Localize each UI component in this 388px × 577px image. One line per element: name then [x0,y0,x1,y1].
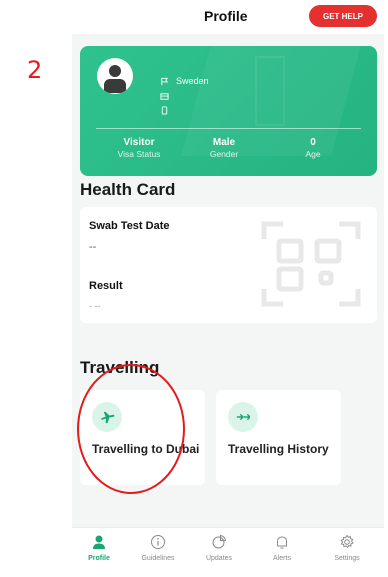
gear-icon [340,534,354,549]
country-value: Sweden [176,76,209,86]
id-line [160,92,169,101]
health-card-title: Health Card [80,180,176,199]
profile-card: Sweden Visitor Visa Status Male Gender 0… [80,46,377,176]
age-label: Age [305,149,321,159]
get-help-button[interactable]: GET HELP [309,5,377,27]
arrows-icon [228,402,258,432]
nav-label-settings: Settings [334,555,360,562]
age-stat: 0 Age [298,137,328,159]
nav-item-settings[interactable]: Settings [322,534,372,562]
nav-label-profile: Profile [88,555,110,562]
gender-value: Male [212,137,236,148]
travelling-history-label: Travelling History [228,442,329,456]
qr-code-icon [261,221,361,307]
nav-item-updates[interactable]: Updates [194,534,244,562]
page-title: Profile [204,8,248,24]
phone-line [160,106,169,115]
id-card-icon [160,93,169,100]
phone-icon [161,106,168,115]
info-icon [151,535,165,549]
nav-item-alerts[interactable]: Alerts [257,534,307,562]
pie-chart-icon [212,534,227,549]
result-label: Result [89,280,123,292]
travelling-history-card[interactable]: Travelling History [216,390,341,485]
highlight-circle-annotation [77,364,185,494]
avatar[interactable] [97,58,133,94]
avatar-body [104,79,126,93]
age-value: 0 [310,137,316,148]
step-number-annotation: 2 [27,56,43,84]
flag-icon [161,77,169,85]
nav-label-guidelines: Guidelines [141,555,175,562]
gender-stat: Male Gender [194,137,254,159]
nav-label-updates: Updates [205,555,233,562]
gender-label: Gender [209,149,239,159]
visa-status-stat: Visitor Visa Status [102,137,176,159]
nav-label-alerts: Alerts [273,555,291,562]
bottom-navigation: Profile Guidelines Updates Alerts Settin… [72,527,384,577]
swab-test-value: -- [89,241,97,253]
visa-status-label: Visa Status [117,149,161,159]
card-decoration [255,56,285,126]
result-value: - -- [89,301,101,311]
card-divider [96,128,361,129]
country-line: Sweden [160,76,209,86]
health-card[interactable]: Swab Test Date -- Result - -- [80,207,377,323]
person-icon [93,535,105,549]
visa-status-value: Visitor [123,137,155,148]
top-bar: Profile GET HELP [72,0,384,34]
nav-item-profile[interactable]: Profile [74,534,124,562]
bell-icon [277,536,287,549]
swab-test-label: Swab Test Date [89,220,170,232]
avatar-head [109,65,121,77]
nav-item-guidelines[interactable]: Guidelines [133,534,183,562]
